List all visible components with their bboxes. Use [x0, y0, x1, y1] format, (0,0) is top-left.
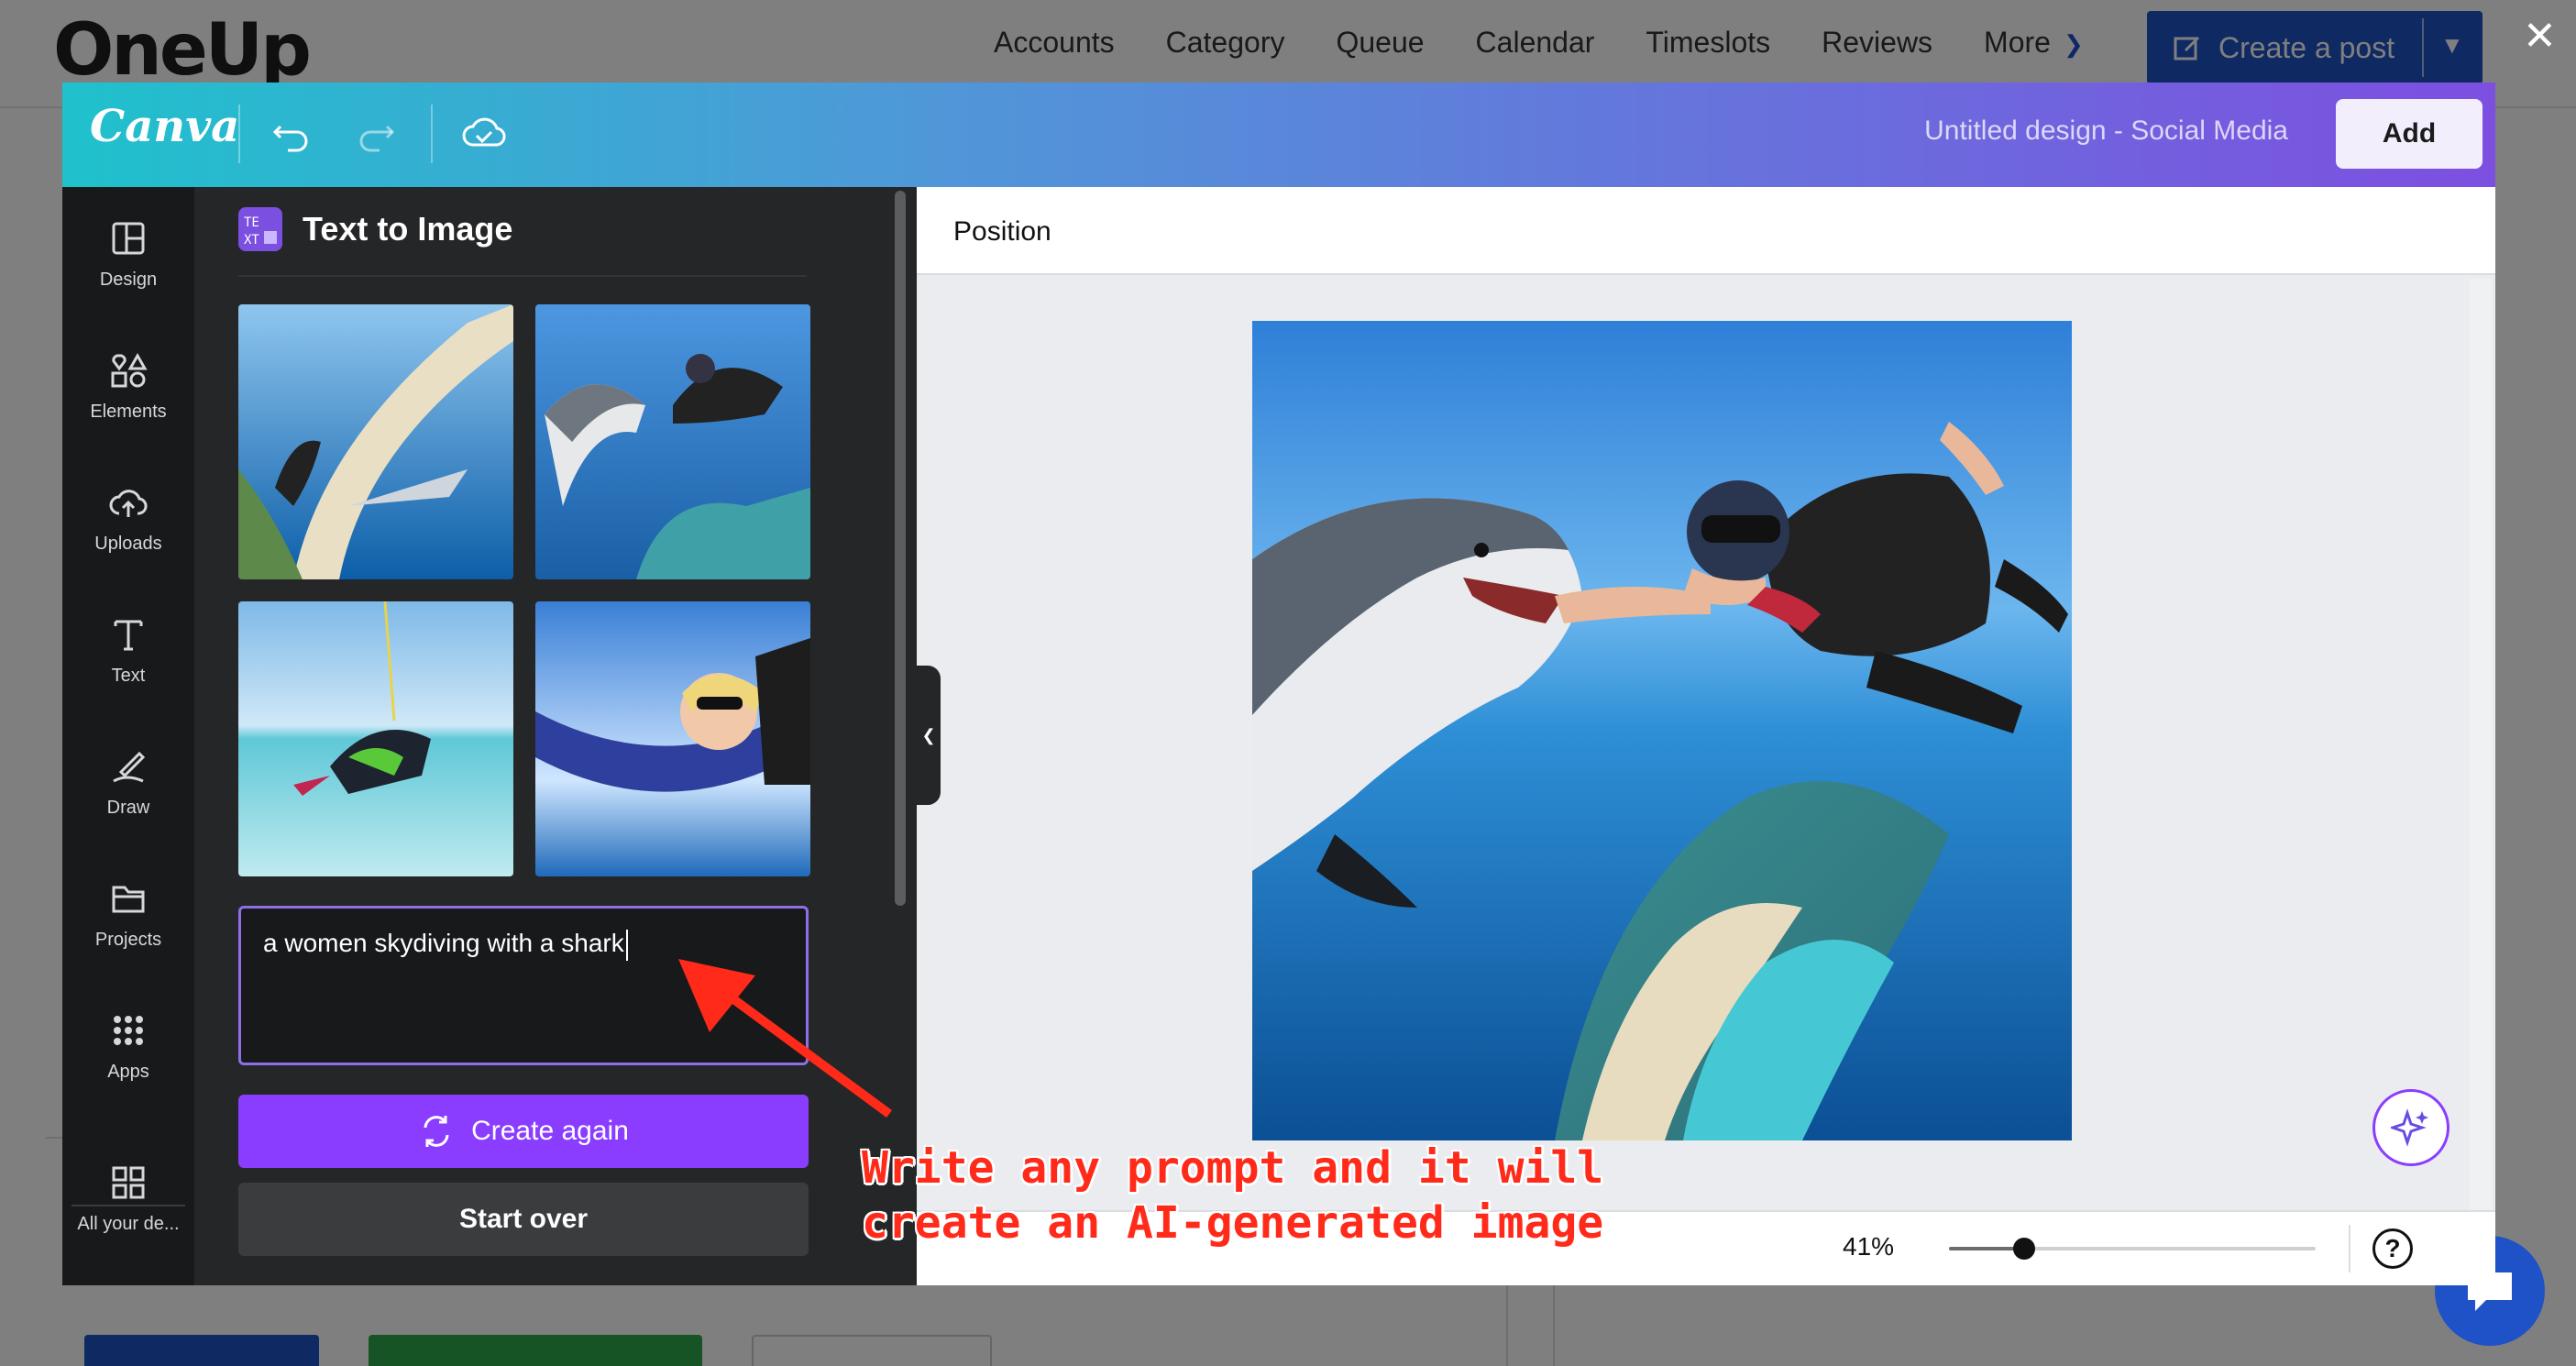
canva-editor: Canva Untitled design - Social Media Add…	[62, 83, 2495, 1285]
chevron-left-icon: ❮	[921, 725, 936, 744]
canvas-scrollbar[interactable]	[2470, 279, 2492, 1269]
rail-label: Elements	[90, 402, 167, 422]
annotation-text: Write any prompt and it will create an A…	[862, 1142, 1604, 1249]
rail-label: Draw	[106, 798, 150, 818]
collapse-panel-button[interactable]: ❮	[917, 666, 941, 805]
rail-label: Text	[111, 666, 146, 686]
generated-image-thumb-1[interactable]	[238, 304, 513, 579]
close-icon[interactable]: ✕	[2523, 17, 2557, 57]
sparkle-icon	[2391, 1108, 2428, 1147]
refresh-icon	[424, 1116, 449, 1147]
magic-sparkle-button[interactable]	[2372, 1089, 2449, 1166]
redo-icon[interactable]	[354, 112, 398, 156]
position-button[interactable]: Position	[953, 216, 1051, 248]
rail-item-uploads[interactable]: Uploads	[62, 460, 194, 570]
rail-item-design[interactable]: Design	[62, 196, 194, 306]
rail-item-projects[interactable]: Projects	[62, 856, 194, 966]
folder-icon	[112, 886, 145, 913]
create-again-label: Create again	[471, 1116, 629, 1146]
generated-image-thumb-4[interactable]	[535, 601, 810, 876]
start-over-button[interactable]: Start over	[238, 1183, 809, 1256]
footer-divider	[2349, 1225, 2350, 1272]
rail-item-apps[interactable]: Apps	[62, 988, 194, 1098]
rail-item-text[interactable]: Text	[62, 592, 194, 702]
rail-label: Uploads	[94, 534, 162, 554]
rail-label: Design	[99, 270, 158, 290]
undo-icon[interactable]	[270, 112, 314, 156]
svg-text:TE: TE	[244, 215, 259, 230]
left-rail: Design Elements Uploads Text Draw Projec…	[62, 187, 194, 1285]
design-layout-icon	[112, 222, 145, 255]
elements-shapes-icon	[111, 352, 148, 388]
header-divider	[431, 105, 433, 163]
generated-image-thumb-3[interactable]	[238, 601, 513, 876]
rail-item-all-designs[interactable]: All your de...	[62, 1140, 194, 1250]
svg-text:XT: XT	[244, 233, 259, 248]
annotation-arrow	[678, 959, 892, 1118]
prompt-text: a women skydiving with a shark	[263, 929, 628, 961]
panel-divider	[238, 275, 807, 277]
rail-label: All your de...	[77, 1214, 180, 1234]
text-to-image-app-icon: TE XT	[238, 207, 282, 251]
canva-header: Canva Untitled design - Social Media Add	[62, 83, 2495, 187]
canvas-design-image[interactable]	[1252, 321, 2072, 1140]
zoom-percentage[interactable]: 41%	[1843, 1232, 1894, 1261]
rail-label: Projects	[94, 930, 162, 950]
help-button[interactable]: ?	[2372, 1228, 2413, 1269]
panel-header: TE XT Text to Image	[238, 207, 512, 251]
zoom-slider[interactable]	[1949, 1238, 2316, 1260]
text-caret	[625, 929, 628, 961]
cloud-upload-icon	[109, 490, 148, 517]
generated-image-thumb-2[interactable]	[535, 304, 810, 579]
panel-scrollbar[interactable]	[895, 191, 906, 906]
zoom-slider-thumb[interactable]	[2013, 1238, 2035, 1260]
rail-item-elements[interactable]: Elements	[62, 328, 194, 438]
context-toolbar: Position	[917, 187, 2495, 275]
panel-title: Text to Image	[303, 210, 513, 248]
apps-grid-icon	[114, 1016, 143, 1045]
prompt-value: a women skydiving with a shark	[263, 929, 624, 957]
rail-item-draw[interactable]: Draw	[62, 724, 194, 834]
text-t-icon	[114, 620, 143, 651]
cloud-saved-icon[interactable]	[460, 110, 508, 158]
rail-label: Apps	[107, 1062, 149, 1082]
header-divider	[238, 105, 240, 163]
pen-draw-icon	[113, 751, 146, 783]
all-designs-grid-icon	[112, 1166, 145, 1199]
design-title[interactable]: Untitled design - Social Media	[1924, 116, 2288, 147]
canva-logo: Canva	[90, 101, 240, 152]
add-button[interactable]: Add	[2336, 99, 2482, 169]
